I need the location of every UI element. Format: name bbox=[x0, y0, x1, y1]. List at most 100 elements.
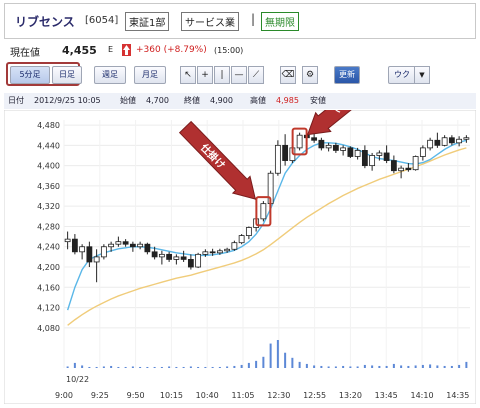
price-chart[interactable]: 4,080 4,120 4,160 4,200 4,240 4,280 4,320 4,360… bbox=[3, 69, 477, 405]
volume-bar bbox=[139, 366, 142, 368]
y-tick-label: 4,080 bbox=[37, 324, 60, 333]
volume-bar bbox=[240, 364, 243, 368]
high-value: 4,985 bbox=[276, 96, 299, 105]
volume-bar bbox=[342, 365, 345, 368]
candle bbox=[412, 155, 419, 171]
chart-toolbar: 5分足 日足 週足 月足 ↖ + | — ⟋ ⌫ ⚙ 更新 ウク ▼ bbox=[4, 62, 476, 86]
tab-daily[interactable]: 日足 bbox=[52, 66, 82, 84]
candle bbox=[260, 201, 267, 222]
y-tick-label: 4,480 bbox=[37, 121, 60, 130]
volume-bar bbox=[436, 365, 439, 368]
x-tick-label: 14:10 bbox=[410, 391, 433, 400]
volume-bar bbox=[218, 366, 221, 368]
volume-bar bbox=[305, 363, 308, 368]
stock-header: リブセンス [6054] 東証1部 サービス業 | 無期限 bbox=[4, 3, 476, 39]
quote-time: (15:00) bbox=[214, 46, 244, 55]
tab-5min[interactable]: 5分足 bbox=[10, 66, 50, 84]
price-chart-svg: 4,080 4,120 4,160 4,200 4,240 4,280 4,320 4,360… bbox=[3, 69, 477, 405]
volume-bar bbox=[175, 366, 178, 368]
volume-bar bbox=[276, 340, 279, 368]
volume-bar bbox=[443, 365, 446, 368]
y-tick-label: 4,240 bbox=[37, 243, 60, 252]
volume-bar bbox=[81, 365, 84, 368]
volume-bar bbox=[110, 365, 113, 368]
volume-bar bbox=[247, 362, 250, 368]
x-tick-label: 9:00 bbox=[55, 391, 73, 400]
eraser-tool-icon[interactable]: ⌫ bbox=[280, 66, 296, 84]
period-tag: 無期限 bbox=[261, 12, 299, 31]
candle bbox=[238, 234, 245, 245]
x-tick-label: 12:55 bbox=[303, 391, 326, 400]
low-label: 安値 bbox=[310, 96, 326, 105]
chevron-down-icon[interactable]: ▼ bbox=[414, 66, 430, 84]
pointer-tool-icon[interactable]: ↖ bbox=[180, 66, 196, 84]
volume-bar bbox=[262, 356, 265, 368]
y-tick-label: 4,280 bbox=[37, 222, 60, 231]
price-flag: E bbox=[108, 45, 114, 54]
x-tick-label: 10:40 bbox=[196, 391, 219, 400]
volume-bar bbox=[392, 363, 395, 368]
volume-bar bbox=[371, 365, 374, 368]
candle bbox=[100, 244, 107, 260]
x-tick-label: 14:35 bbox=[446, 391, 469, 400]
vertical-line-tool-icon[interactable]: | bbox=[214, 66, 230, 84]
price-label: 現在値 bbox=[10, 48, 40, 59]
volume-bar bbox=[320, 365, 323, 368]
volume-bar bbox=[356, 366, 359, 368]
ohlc-info-bar: 日付 2012/9/25 10:05 始値 4,700 終値 4,900 高値 … bbox=[4, 93, 476, 109]
price-change: +360 (+8.79%) bbox=[136, 45, 207, 55]
volume-bar bbox=[160, 366, 163, 368]
quote-line: 現在値 4,455 E +360 (+8.79%) (15:00) bbox=[10, 44, 470, 59]
volume-bar bbox=[153, 366, 156, 368]
volume-bar bbox=[233, 365, 236, 368]
y-tick-label: 4,200 bbox=[37, 263, 60, 272]
settings-tool-icon[interactable]: ⚙ bbox=[302, 66, 318, 84]
close-label: 終値 bbox=[184, 96, 200, 105]
volume-bar bbox=[204, 366, 207, 368]
crosshair-tool-icon[interactable]: + bbox=[197, 66, 213, 84]
volume-bar bbox=[458, 364, 461, 368]
volume-bar bbox=[66, 366, 69, 368]
y-tick-label: 4,440 bbox=[37, 141, 60, 150]
candle bbox=[274, 140, 281, 176]
refresh-button[interactable]: 更新 bbox=[334, 66, 360, 84]
volume-bar bbox=[131, 366, 134, 368]
volume-bar bbox=[73, 362, 76, 368]
volume-bar bbox=[450, 365, 453, 368]
volume-bar bbox=[117, 366, 120, 368]
volume-bar bbox=[407, 365, 410, 368]
volume-bar bbox=[189, 366, 192, 368]
x-tick-label: 12:30 bbox=[267, 391, 290, 400]
volume-bar bbox=[421, 364, 424, 368]
stock-name: リブセンス bbox=[15, 15, 75, 29]
volume-bar bbox=[378, 365, 381, 368]
current-price: 4,455 bbox=[62, 44, 97, 57]
x-tick-label: 9:25 bbox=[91, 391, 109, 400]
stock-code: [6054] bbox=[85, 15, 119, 26]
chart-type-select[interactable]: ウク bbox=[388, 66, 416, 84]
volume-bar bbox=[255, 360, 258, 368]
close-value: 4,900 bbox=[210, 96, 233, 105]
volume-bar bbox=[414, 365, 417, 368]
x-tick-label: 13:45 bbox=[375, 391, 398, 400]
trend-line-tool-icon[interactable]: ⟋ bbox=[248, 66, 264, 84]
y-tick-label: 4,360 bbox=[37, 182, 60, 191]
horizontal-line-tool-icon[interactable]: — bbox=[231, 66, 247, 84]
volume-bar bbox=[226, 366, 229, 368]
volume-bar bbox=[197, 366, 200, 368]
y-tick-label: 4,160 bbox=[37, 283, 60, 292]
volume-bar bbox=[211, 366, 214, 368]
volume-bar bbox=[95, 366, 98, 368]
tab-weekly[interactable]: 週足 bbox=[94, 66, 126, 84]
volume-bar bbox=[182, 366, 185, 368]
tab-monthly[interactable]: 月足 bbox=[134, 66, 166, 84]
open-value: 4,700 bbox=[146, 96, 169, 105]
volume-bar bbox=[327, 366, 330, 368]
up-arrow-icon bbox=[122, 44, 131, 56]
volume-bar bbox=[291, 357, 294, 368]
volume-bar bbox=[102, 366, 105, 368]
x-tick-label: 10:15 bbox=[160, 391, 183, 400]
y-tick-label: 4,120 bbox=[37, 304, 60, 313]
open-label: 始値 bbox=[120, 96, 136, 105]
volume-bar bbox=[334, 366, 337, 368]
